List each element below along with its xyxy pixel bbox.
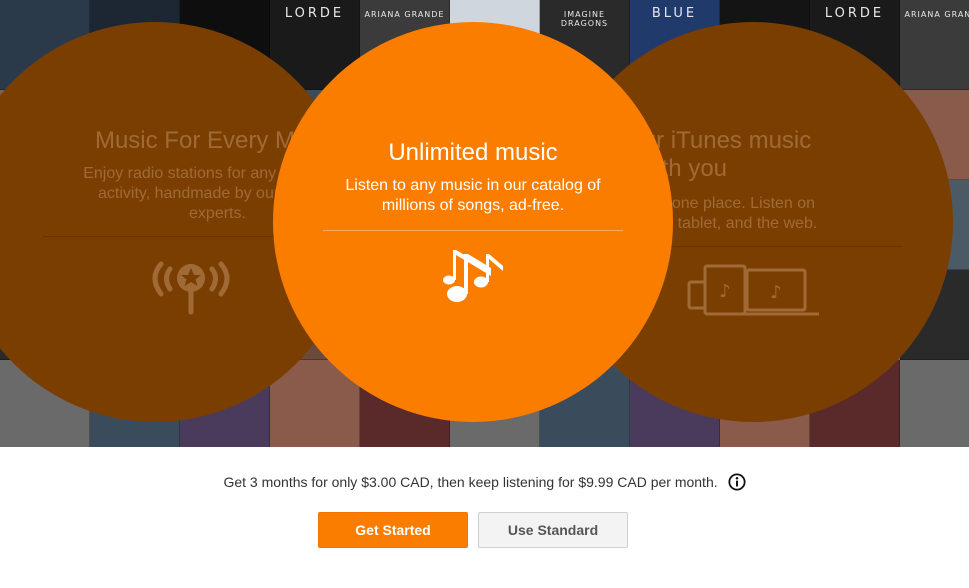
devices-icon: ♪ ♪ bbox=[687, 264, 819, 316]
album-cover-text: ARIANA GRANDE bbox=[904, 10, 969, 19]
album-cover-text: IMAGINE DRAGONS bbox=[560, 10, 609, 28]
info-icon[interactable] bbox=[727, 473, 746, 491]
svg-text:♪: ♪ bbox=[719, 281, 731, 302]
promo-text: Get 3 months for only $3.00 CAD, then ke… bbox=[0, 473, 969, 491]
radio-station-icon bbox=[152, 261, 230, 315]
music-notes-icon bbox=[443, 250, 503, 302]
album-cover-text: ARIANA GRANDE bbox=[364, 10, 445, 19]
album-cover-text: BLUE bbox=[651, 6, 698, 21]
hero-banner: LORDE ARIANA GRANDE IMAGINE DRAGONS BLUE LOR… bbox=[0, 0, 969, 447]
feature-card-unlimited: Unlimited music Listen to any music in o… bbox=[273, 22, 673, 422]
svg-text:♪: ♪ bbox=[770, 282, 782, 303]
divider bbox=[323, 230, 623, 231]
album-cover-text: LORDE bbox=[824, 6, 885, 21]
get-started-button[interactable]: Get Started bbox=[318, 512, 468, 548]
album-cover: ARIANA GRANDE bbox=[900, 0, 969, 90]
album-cover bbox=[900, 360, 969, 447]
card-title: Unlimited music bbox=[388, 139, 558, 166]
use-standard-button[interactable]: Use Standard bbox=[478, 512, 628, 548]
card-description: Listen to any music in our catalog of mi… bbox=[345, 177, 601, 214]
album-cover-text: LORDE bbox=[284, 6, 345, 21]
